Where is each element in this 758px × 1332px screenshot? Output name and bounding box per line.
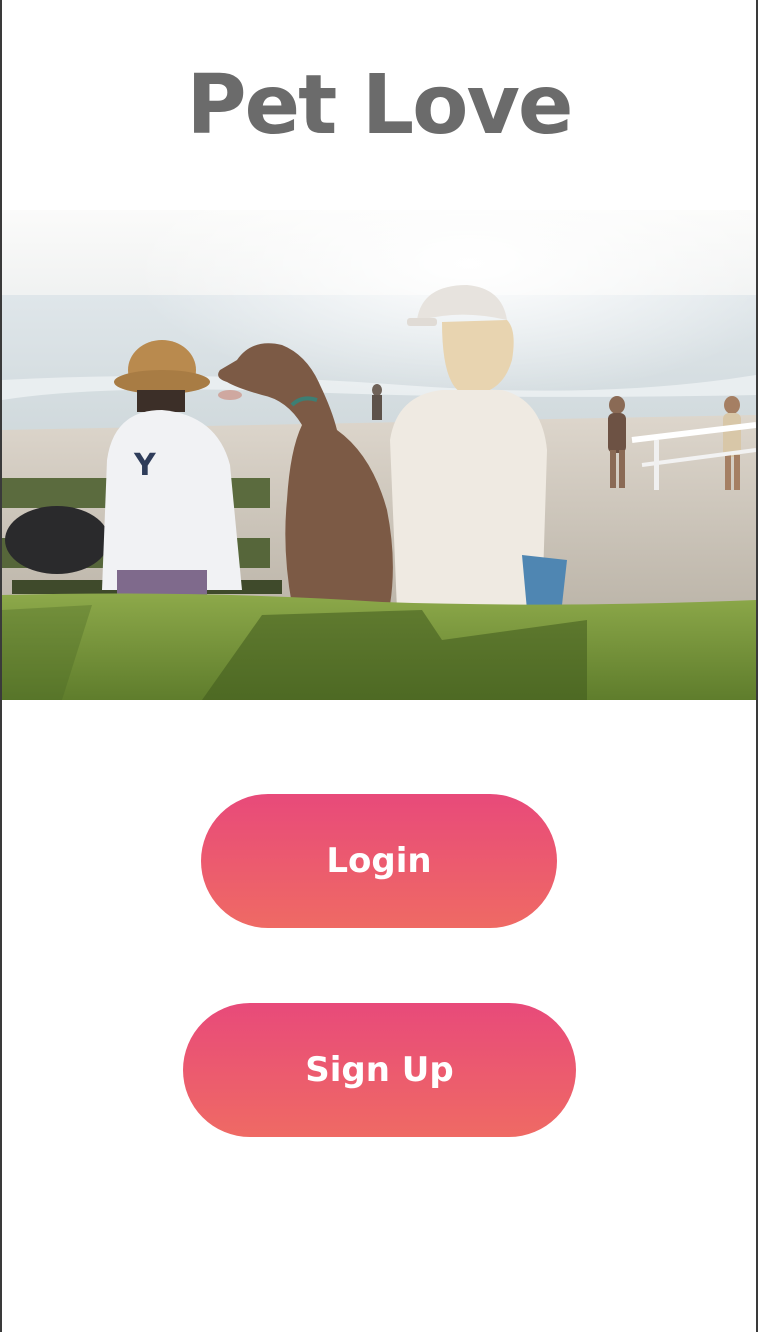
- hero-image: Y: [2, 210, 756, 700]
- svg-text:Y: Y: [133, 448, 157, 483]
- app-screen: Pet Love Y Login Sign Up: [0, 0, 758, 1332]
- app-title: Pet Love: [186, 58, 573, 153]
- signup-button[interactable]: Sign Up: [183, 1003, 576, 1137]
- login-button[interactable]: Login: [201, 794, 557, 928]
